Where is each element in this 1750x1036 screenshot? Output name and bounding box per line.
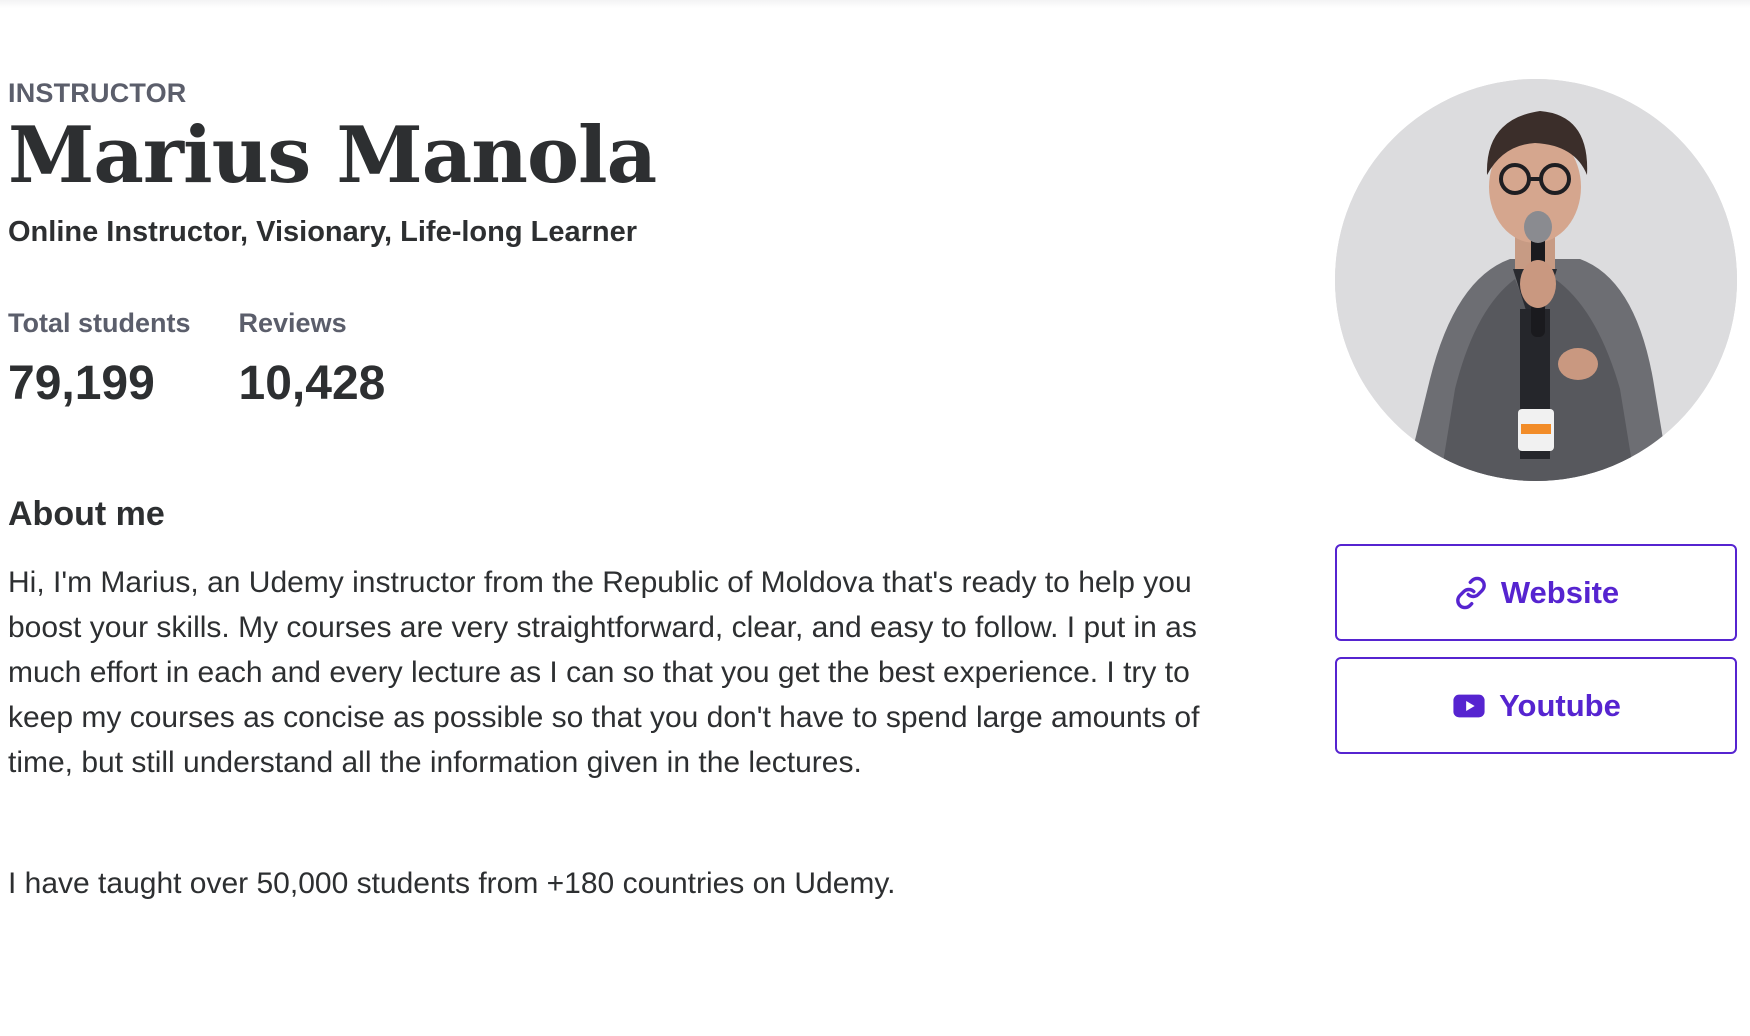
stat-reviews: Reviews 10,428 xyxy=(239,308,386,412)
about-me-paragraph: Hi, I'm Marius, an Udemy instructor from… xyxy=(8,566,1200,779)
about-me-paragraph-2: I have taught over 50,000 students from … xyxy=(8,867,896,900)
instructor-headline: Online Instructor, Visionary, Life-long … xyxy=(8,216,637,248)
avatar-photo xyxy=(1335,79,1737,481)
instructor-name: Marius Manola xyxy=(8,110,657,201)
header-shadow xyxy=(0,0,1750,8)
profile-sidebar: Website Youtube xyxy=(1335,79,1737,754)
profile-main: INSTRUCTOR Marius Manola Online Instruct… xyxy=(8,78,1238,906)
instructor-profile-page: INSTRUCTOR Marius Manola Online Instruct… xyxy=(0,0,1750,1036)
link-icon xyxy=(1453,575,1489,611)
youtube-button[interactable]: Youtube xyxy=(1335,657,1737,754)
stat-value: 79,199 xyxy=(8,357,155,410)
avatar xyxy=(1335,79,1737,481)
stat-label: Reviews xyxy=(238,308,347,338)
about-me-heading: About me xyxy=(8,495,165,533)
stat-total-students: Total students 79,199 xyxy=(8,308,191,412)
stat-value: 10,428 xyxy=(238,357,386,410)
youtube-icon xyxy=(1451,688,1487,724)
eyebrow-label: INSTRUCTOR xyxy=(8,78,187,108)
stats-row: Total students 79,199 Reviews 10,428 xyxy=(8,308,1238,412)
website-button[interactable]: Website xyxy=(1335,544,1737,641)
website-button-label: Website xyxy=(1500,574,1620,610)
youtube-button-label: Youtube xyxy=(1499,687,1621,723)
stat-label: Total students xyxy=(8,308,191,338)
